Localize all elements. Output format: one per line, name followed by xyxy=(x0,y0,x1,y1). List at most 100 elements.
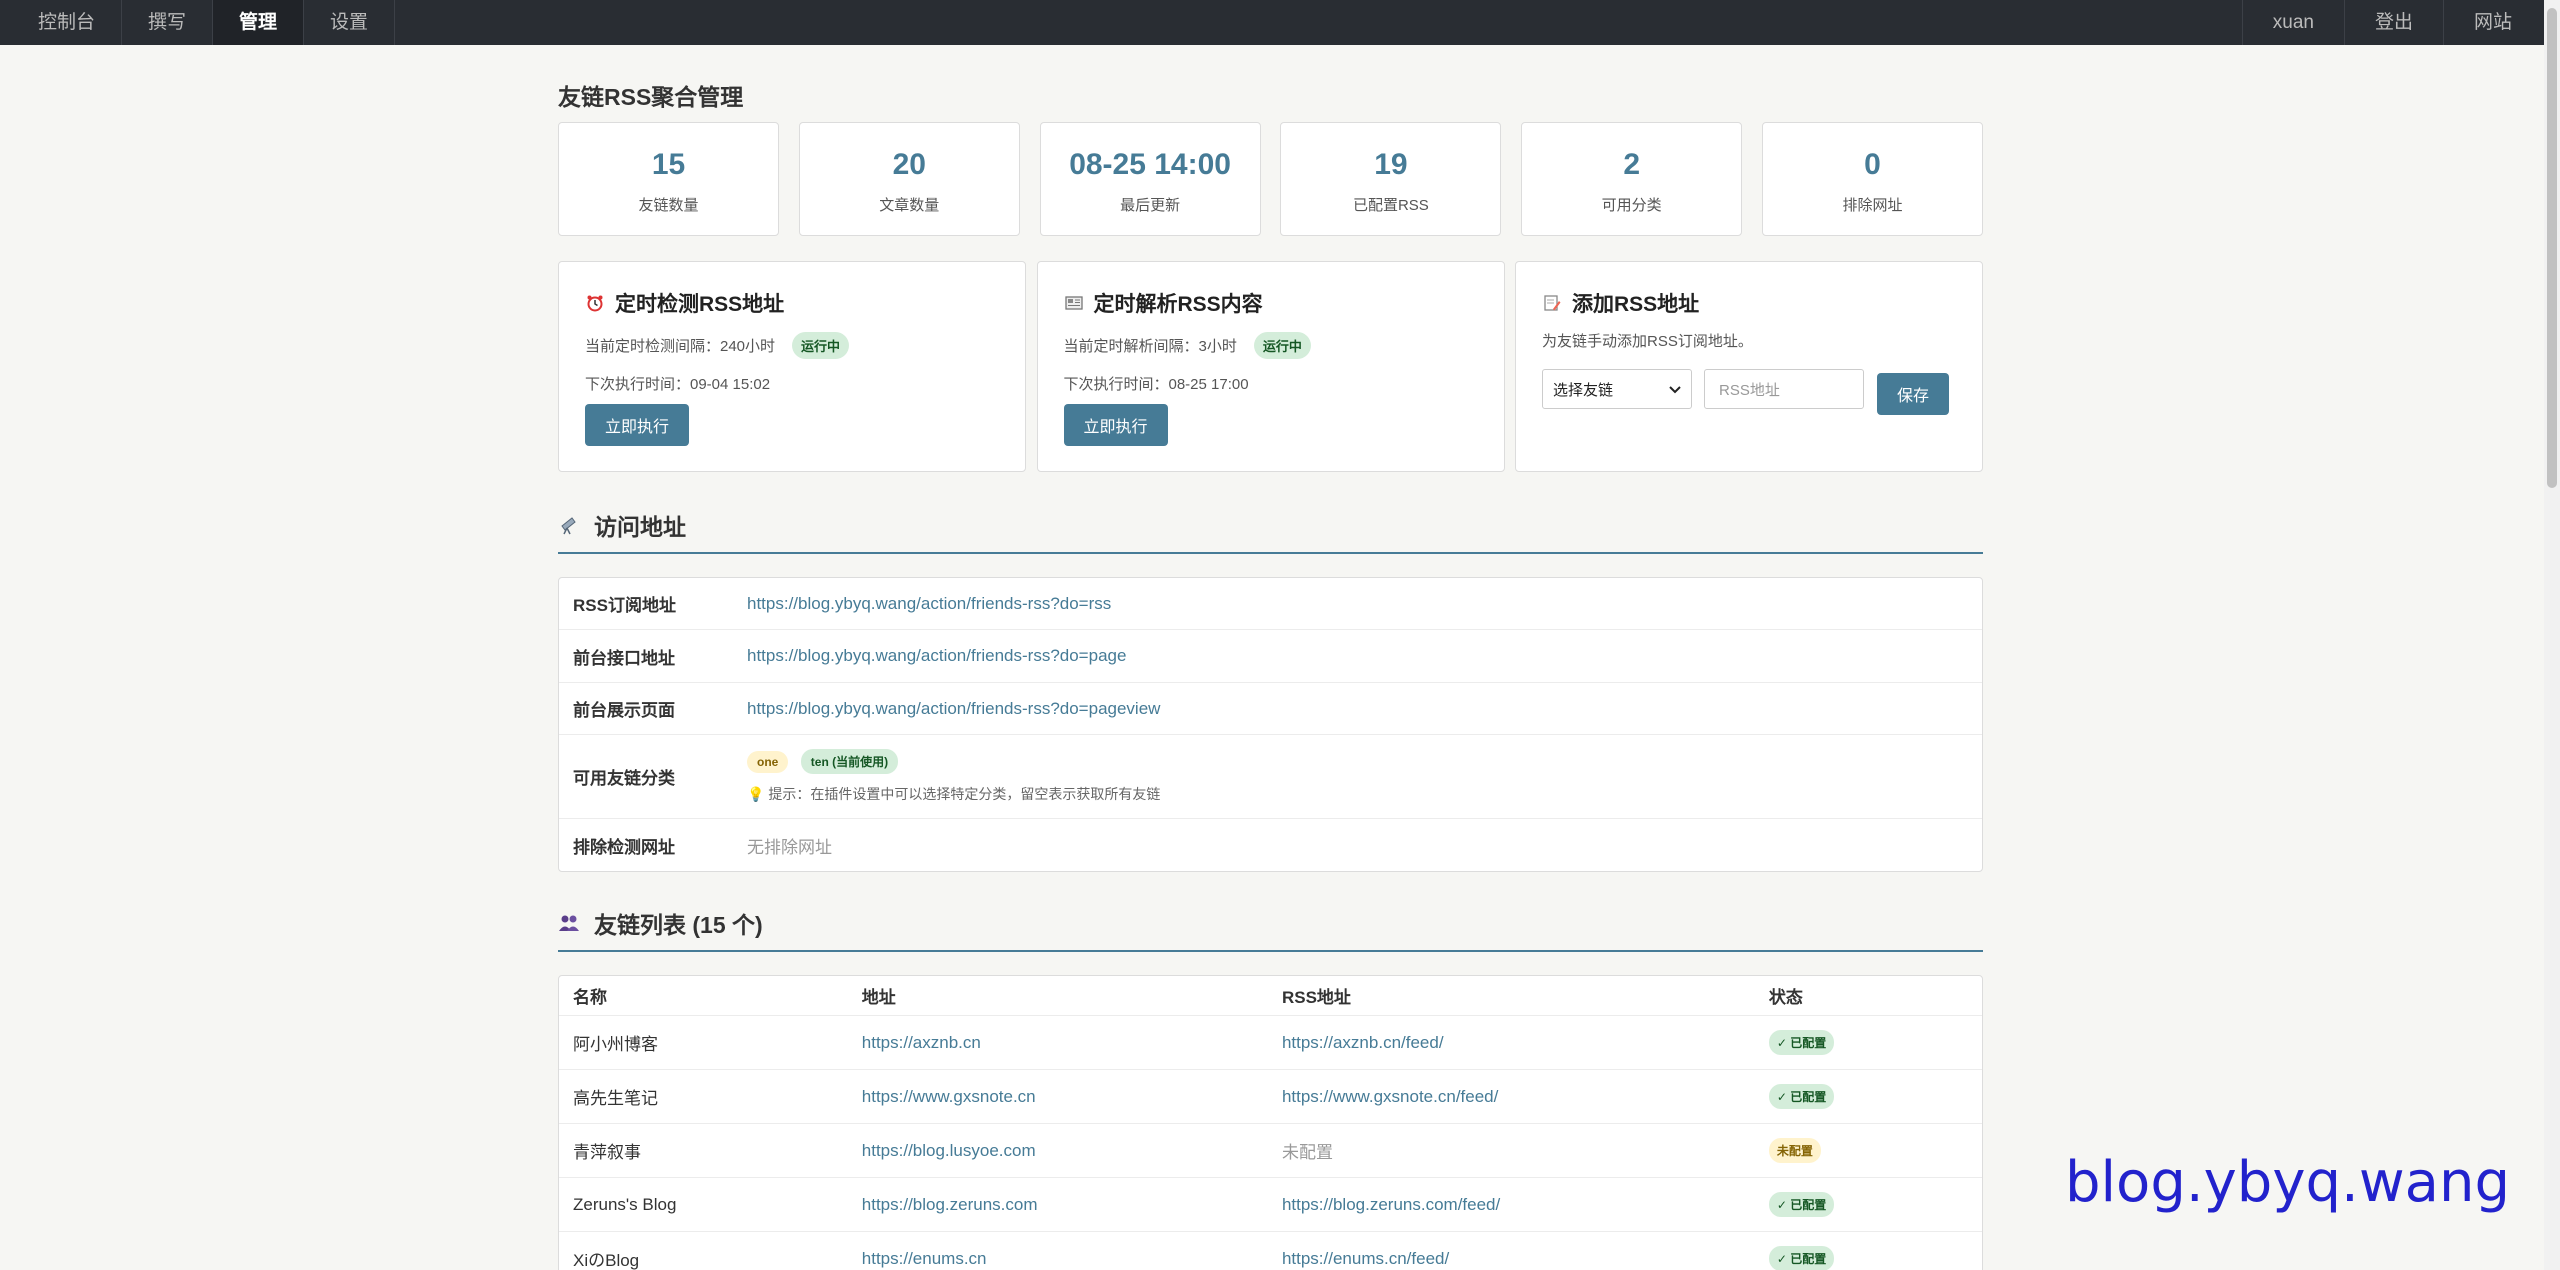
friend-rss[interactable]: https://enums.cn/feed/ xyxy=(1282,1249,1769,1269)
save-button[interactable]: 保存 xyxy=(1877,373,1950,415)
section-title: 访问地址 xyxy=(594,514,686,540)
status-badge: 未配置 xyxy=(1768,1138,1821,1163)
status-cell: ✓ 已配置 xyxy=(1768,1192,1968,1217)
nav-logout[interactable]: 登出 xyxy=(2343,0,2443,45)
add-rss-form: 选择友链 RSS地址 保存 xyxy=(1542,363,1956,415)
nav-site[interactable]: 网站 xyxy=(2442,0,2560,45)
add-rss-description: 为友链手动添加RSS订阅地址。 xyxy=(1542,333,1753,350)
top-navbar: 控制台 撰写 管理 设置 xuan 登出 网站 xyxy=(0,0,2560,45)
check-interval-text: 当前定时检测间隔：240小时 xyxy=(585,338,776,355)
run-parse-button[interactable]: 立即执行 xyxy=(1063,404,1168,446)
category-hint: 💡 提示：在插件设置中可以选择特定分类，留空表示获取所有友链 xyxy=(747,786,1161,802)
friend-name: 青萍叙事 xyxy=(573,1143,641,1162)
card-title: 定时解析RSS内容 xyxy=(1064,288,1478,318)
access-key: RSS订阅地址 xyxy=(573,596,676,615)
exclude-value: 无排除网址 xyxy=(747,837,832,857)
column-header-status: 状态 xyxy=(1768,988,1803,1007)
friend-url[interactable]: https://blog.zeruns.com xyxy=(862,1195,1282,1215)
page-scrollbar[interactable] xyxy=(2544,0,2560,1270)
status-badge: 运行中 xyxy=(1253,332,1311,359)
friends-table: 名称 地址 RSS地址 状态 阿小州博客 https://axznb.cn ht… xyxy=(558,975,1983,1270)
access-key: 可用友链分类 xyxy=(573,769,675,788)
friend-select-value: 选择友链 xyxy=(1553,381,1614,399)
friend-name: 高先生笔记 xyxy=(573,1089,658,1108)
stat-value: 0 xyxy=(1864,148,1881,181)
stat-label: 可用分类 xyxy=(1601,197,1662,214)
table-row: 青萍叙事 https://blog.lusyoe.com 未配置 未配置 xyxy=(559,1124,1982,1178)
friend-rss[interactable]: https://www.gxsnote.cn/feed/ xyxy=(1282,1087,1769,1107)
friend-url[interactable]: https://enums.cn xyxy=(862,1249,1282,1269)
parse-next-run: 下次执行时间：08-25 17:00 xyxy=(1063,376,1249,393)
card-title: 添加RSS地址 xyxy=(1542,288,1956,318)
table-row: 高先生笔记 https://www.gxsnote.cn https://www… xyxy=(559,1070,1982,1124)
parse-interval: 当前定时解析间隔：3小时 运行中 xyxy=(1064,332,1478,359)
access-row-rss: RSS订阅地址 https://blog.ybyq.wang/action/fr… xyxy=(559,578,1982,630)
nav-settings[interactable]: 设置 xyxy=(304,0,396,45)
task-cards: 定时检测RSS地址 当前定时检测间隔：240小时 运行中 下次执行时间：09-0… xyxy=(558,261,1983,472)
stat-last-update: 08-25 14:00 最后更新 xyxy=(1039,122,1261,236)
access-table: RSS订阅地址 https://blog.ybyq.wang/action/fr… xyxy=(558,577,1983,872)
stats-row: 15 友链数量 20 文章数量 08-25 14:00 最后更新 19 已配置R… xyxy=(558,122,1983,236)
category-tag-current: ten (当前使用) xyxy=(800,749,899,774)
page-title: 友链RSS聚合管理 xyxy=(558,84,744,110)
nav-manage[interactable]: 管理 xyxy=(213,0,305,45)
stat-friends-count: 15 友链数量 xyxy=(558,122,779,236)
status-badge: ✓ 已配置 xyxy=(1768,1030,1835,1055)
friend-url[interactable]: https://www.gxsnote.cn xyxy=(862,1087,1282,1107)
stat-value: 2 xyxy=(1623,148,1641,181)
rss-url-input[interactable]: RSS地址 xyxy=(1704,369,1864,409)
people-icon xyxy=(558,912,580,934)
stat-articles-count: 20 文章数量 xyxy=(798,122,1020,236)
check-next-run: 下次执行时间：09-04 15:02 xyxy=(585,376,771,393)
friend-rss[interactable]: https://blog.zeruns.com/feed/ xyxy=(1282,1195,1769,1215)
telescope-icon xyxy=(558,514,580,536)
nav-write[interactable]: 撰写 xyxy=(122,0,214,45)
friend-url[interactable]: https://axznb.cn xyxy=(862,1033,1282,1053)
access-row-categories: 可用友链分类 one ten (当前使用) 💡 提示：在插件设置中可以选择特定分… xyxy=(559,735,1982,819)
nav-right: xuan 登出 网站 xyxy=(2241,0,2560,45)
access-row-api: 前台接口地址 https://blog.ybyq.wang/action/fri… xyxy=(559,630,1982,683)
friend-name: Zeruns's Blog xyxy=(573,1194,677,1214)
stat-value: 20 xyxy=(892,148,926,181)
table-row: Zeruns's Blog https://blog.zeruns.com ht… xyxy=(559,1178,1982,1232)
scrollbar-thumb[interactable] xyxy=(2547,8,2557,488)
friend-name: 阿小州博客 xyxy=(573,1035,658,1054)
status-badge: ✓ 已配置 xyxy=(1768,1084,1835,1109)
access-link[interactable]: https://blog.ybyq.wang/action/friends-rs… xyxy=(747,699,1160,719)
card-title: 定时检测RSS地址 xyxy=(585,288,999,318)
parse-interval-text: 当前定时解析间隔：3小时 xyxy=(1063,338,1237,355)
status-cell: 未配置 xyxy=(1768,1138,1968,1163)
chevron-down-icon xyxy=(1669,381,1681,398)
stat-value: 15 xyxy=(651,148,686,181)
stat-excluded-urls: 0 排除网址 xyxy=(1761,122,1983,236)
nav-left: 控制台 撰写 管理 设置 xyxy=(0,0,396,45)
table-row: 阿小州博客 https://axznb.cn https://axznb.cn/… xyxy=(559,1016,1982,1070)
friends-section-header: 友链列表 (15 个) xyxy=(558,906,1983,952)
status-badge: ✓ 已配置 xyxy=(1768,1246,1835,1270)
check-rss-card: 定时检测RSS地址 当前定时检测间隔：240小时 运行中 下次执行时间：09-0… xyxy=(558,261,1026,472)
watermark: blog.ybyq.wang xyxy=(2064,1150,2510,1215)
nav-user[interactable]: xuan xyxy=(2241,0,2344,45)
categories-cell: one ten (当前使用) 💡 提示：在插件设置中可以选择特定分类，留空表示获… xyxy=(747,749,1160,804)
section-title: 友链列表 (15 个) xyxy=(594,912,763,938)
stat-value: 08-25 14:00 xyxy=(1069,148,1231,181)
stat-label: 友链数量 xyxy=(638,197,699,214)
card-title-text: 添加RSS地址 xyxy=(1572,293,1700,316)
nav-dashboard[interactable]: 控制台 xyxy=(0,0,123,45)
check-interval: 当前定时检测间隔：240小时 运行中 xyxy=(585,332,999,359)
access-row-page: 前台展示页面 https://blog.ybyq.wang/action/fri… xyxy=(559,683,1982,735)
category-tag: one xyxy=(747,751,789,773)
friend-url[interactable]: https://blog.lusyoe.com xyxy=(862,1141,1282,1161)
status-badge: 运行中 xyxy=(792,332,850,359)
run-check-button[interactable]: 立即执行 xyxy=(585,404,690,446)
access-link[interactable]: https://blog.ybyq.wang/action/friends-rs… xyxy=(747,594,1111,614)
column-header-rss: RSS地址 xyxy=(1281,988,1351,1007)
memo-icon xyxy=(1542,293,1562,313)
status-cell: ✓ 已配置 xyxy=(1768,1246,1968,1270)
access-row-exclude: 排除检测网址 无排除网址 xyxy=(559,819,1982,871)
friend-name: XiのBlog xyxy=(573,1251,640,1270)
friend-select[interactable]: 选择友链 xyxy=(1542,369,1692,409)
newspaper-icon xyxy=(1064,293,1084,313)
friend-rss[interactable]: https://axznb.cn/feed/ xyxy=(1282,1033,1769,1053)
access-link[interactable]: https://blog.ybyq.wang/action/friends-rs… xyxy=(747,646,1126,666)
